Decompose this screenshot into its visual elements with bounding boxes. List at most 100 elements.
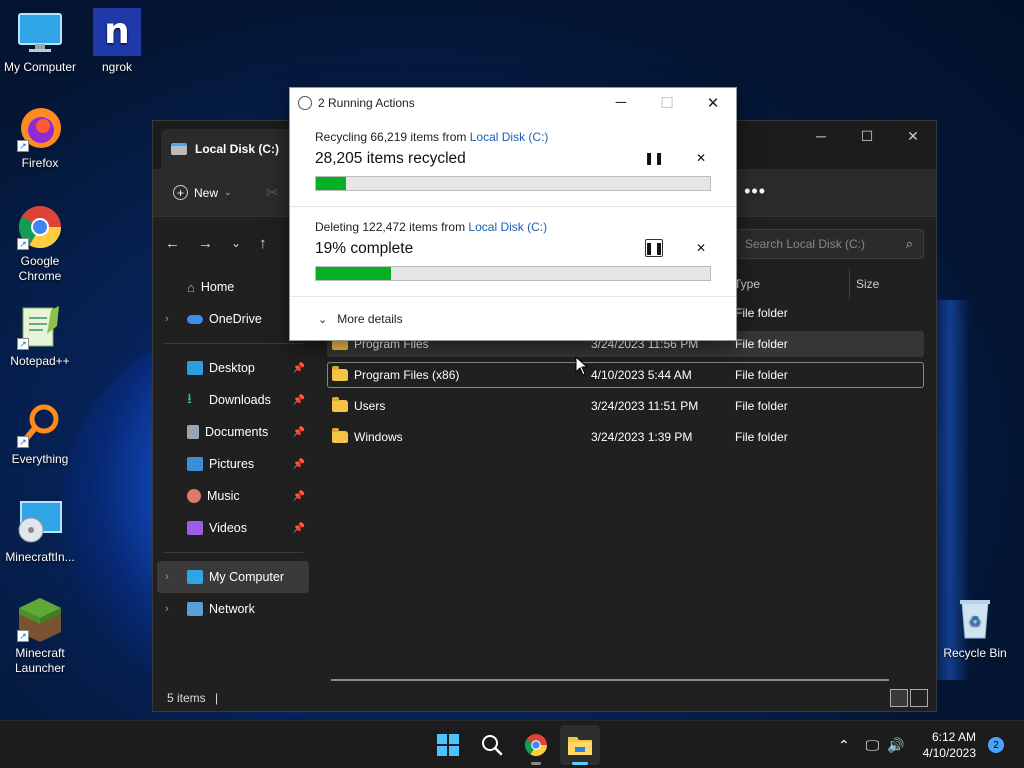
mouse-cursor-icon	[575, 356, 589, 376]
source-link[interactable]: Local Disk (C:)	[470, 130, 549, 144]
desktop-icon-everything[interactable]: ↗ Everything	[0, 402, 80, 467]
sidebar-item-documents[interactable]: Documents 📌	[153, 416, 313, 448]
network-icon	[187, 602, 203, 616]
new-button[interactable]: + New ⌄	[173, 185, 232, 200]
search-input[interactable]: Search Local Disk (C:) ⌕	[734, 229, 924, 259]
file-type: File folder	[735, 399, 788, 413]
forward-arrow-icon[interactable]: →	[198, 235, 213, 252]
horizontal-scrollbar[interactable]	[331, 679, 889, 681]
tiles-view-button[interactable]	[910, 689, 928, 707]
sidebar-item-downloads[interactable]: ⭳ Downloads 📌	[153, 384, 313, 416]
running-indicator	[572, 762, 588, 765]
chrome-icon: ↗	[17, 204, 63, 250]
recent-chevron-icon[interactable]: ⌄	[231, 236, 241, 250]
minecraft-grass-block-icon: ↗	[17, 596, 63, 642]
running-actions-dialog[interactable]: 2 Running Actions ─ ☐ ✕ Recycling 66,219…	[289, 87, 737, 341]
action-heading: Deleting 122,472 items from Local Disk (…	[315, 220, 547, 234]
pin-icon[interactable]: 📌	[293, 523, 305, 534]
sidebar-item-desktop[interactable]: Desktop 📌	[153, 352, 313, 384]
chevron-up-icon[interactable]: ⌃	[838, 737, 850, 754]
sidebar-item-label: Desktop	[209, 361, 255, 375]
cancel-button[interactable]: ✕	[692, 149, 710, 167]
file-date: 4/10/2023 5:44 AM	[591, 368, 692, 382]
sidebar-item-pictures[interactable]: Pictures 📌	[153, 448, 313, 480]
minimize-button[interactable]: ─	[798, 121, 844, 151]
more-options-button[interactable]: •••	[744, 181, 766, 202]
installer-disc-icon	[17, 500, 63, 546]
desktop-icon-minecraft-installer[interactable]: MinecraftIn...	[0, 500, 80, 565]
pause-button[interactable]: ❚❚	[644, 239, 664, 257]
up-arrow-icon[interactable]: ↑	[259, 235, 267, 252]
column-header-size[interactable]: Size	[849, 269, 879, 299]
back-arrow-icon[interactable]: ←	[165, 235, 180, 252]
pin-icon[interactable]: 📌	[293, 395, 305, 406]
table-row[interactable]: Windows 3/24/2023 1:39 PM File folder	[327, 424, 924, 450]
desktop-icon-label: Google Chrome	[18, 254, 62, 283]
file-type: File folder	[735, 368, 788, 382]
download-icon: ⭳	[187, 390, 192, 406]
pin-icon[interactable]: 📌	[293, 363, 305, 374]
action-heading: Recycling 66,219 items from Local Disk (…	[315, 130, 548, 144]
sidebar-item-videos[interactable]: Videos 📌	[153, 512, 313, 544]
sidebar-item-label: Documents	[205, 425, 269, 439]
search-button[interactable]	[472, 725, 512, 765]
pin-icon[interactable]: 📌	[293, 427, 305, 438]
pause-button[interactable]: ❚❚	[644, 149, 664, 167]
text-caret: |	[215, 691, 219, 705]
notification-badge[interactable]: 2	[988, 737, 1004, 753]
sidebar-item-label: Pictures	[209, 457, 255, 471]
cloud-icon	[187, 314, 203, 324]
shortcut-arrow-icon: ↗	[17, 238, 29, 250]
clock[interactable]: 6:12 AM 4/10/2023	[923, 729, 976, 761]
chevron-down-icon: ⌄	[224, 187, 232, 197]
desktop-icon-minecraft-launcher[interactable]: ↗ Minecraft Launcher	[0, 596, 80, 676]
search-placeholder: Search Local Disk (C:)	[745, 237, 866, 251]
pin-icon[interactable]: 📌	[293, 459, 305, 470]
desktop-icon-chrome[interactable]: ↗ Google Chrome	[0, 204, 80, 284]
table-row[interactable]: Users 3/24/2023 11:51 PM File folder	[327, 393, 924, 419]
details-view-button[interactable]	[890, 689, 908, 707]
maximize-button[interactable]: ☐	[844, 121, 890, 151]
plus-circle-icon: +	[173, 185, 188, 200]
taskbar-chrome[interactable]	[516, 725, 556, 765]
close-button[interactable]: ✕	[690, 88, 736, 117]
system-tray: ⌃ 🖵 🔊 6:12 AM 4/10/2023 2	[838, 721, 1024, 768]
folder-icon	[332, 366, 348, 381]
desktop-icon-recycle-bin[interactable]: ♻ Recycle Bin	[935, 596, 1015, 661]
desktop-icon-notepadpp[interactable]: ↗ Notepad++	[0, 304, 80, 369]
sidebar-item-network[interactable]: › Network	[153, 593, 313, 625]
more-details-toggle[interactable]: ⌄ More details	[318, 312, 403, 326]
desktop-icon-ngrok[interactable]: n ngrok	[77, 8, 157, 75]
monitor-icon	[187, 570, 203, 584]
network-monitor-icon[interactable]: 🖵	[866, 737, 880, 754]
minimize-button[interactable]: ─	[598, 88, 644, 117]
desktop-icon-firefox[interactable]: ↗ Firefox	[0, 106, 80, 171]
firefox-icon: ↗	[17, 106, 63, 152]
start-button[interactable]	[428, 725, 468, 765]
desktop-folder-icon	[187, 361, 203, 375]
dialog-titlebar[interactable]: 2 Running Actions ─ ☐ ✕	[290, 88, 736, 117]
sidebar-item-music[interactable]: Music 📌	[153, 480, 313, 512]
cancel-button[interactable]: ✕	[692, 239, 710, 257]
desktop-icon-label: Minecraft Launcher	[14, 646, 66, 675]
cut-icon[interactable]: ✂	[266, 183, 279, 203]
clock-date: 4/10/2023	[922, 746, 976, 760]
action-description: Deleting 122,472 items from	[315, 220, 469, 234]
desktop-icon-label: Notepad++	[10, 354, 70, 368]
sidebar-divider	[163, 343, 303, 344]
sidebar-item-my-computer[interactable]: › My Computer	[157, 561, 309, 593]
pin-icon[interactable]: 📌	[293, 491, 305, 502]
videos-icon	[187, 521, 203, 535]
folder-icon	[568, 737, 592, 755]
source-link[interactable]: Local Disk (C:)	[468, 220, 547, 234]
close-button[interactable]: ✕	[890, 121, 936, 151]
desktop-icon-label: MinecraftIn...	[5, 550, 75, 564]
table-row[interactable]: Program Files (x86) 4/10/2023 5:44 AM Fi…	[327, 362, 924, 388]
taskbar-file-explorer[interactable]	[560, 725, 600, 765]
file-type: File folder	[735, 337, 788, 351]
column-header-type[interactable]: Type	[734, 269, 760, 299]
volume-icon[interactable]: 🔊	[887, 737, 904, 754]
folder-icon	[332, 397, 348, 412]
desktop-icon-my-computer[interactable]: My Computer	[0, 10, 80, 75]
ngrok-icon: n	[93, 8, 141, 56]
